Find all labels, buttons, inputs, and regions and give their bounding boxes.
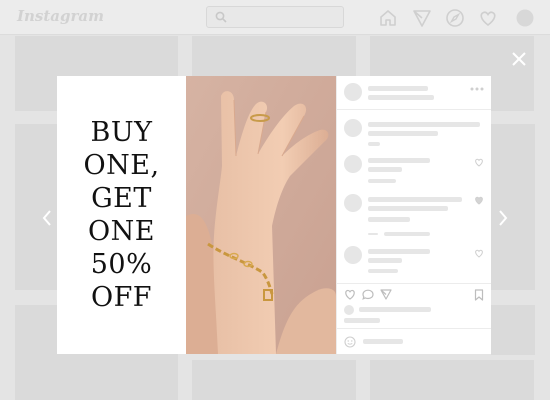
heart-icon[interactable] xyxy=(478,8,498,28)
add-comment-input[interactable] xyxy=(363,339,403,344)
chevron-right-icon[interactable] xyxy=(496,207,510,229)
comment-meta-placeholder xyxy=(368,179,396,183)
compass-icon[interactable] xyxy=(445,8,465,28)
post-modal: BUY ONE, GET ONE 50% OFF xyxy=(57,76,491,354)
send-icon[interactable] xyxy=(412,8,432,28)
promo-line: ONE, xyxy=(83,150,160,181)
comment-icon[interactable] xyxy=(362,289,374,300)
promo-line: ONE xyxy=(88,216,155,247)
comments-panel xyxy=(336,76,491,354)
feed-thumbnail xyxy=(370,360,534,400)
chevron-left-icon[interactable] xyxy=(40,207,54,229)
promo-line: GET xyxy=(91,183,152,214)
comment-text-placeholder xyxy=(368,249,430,254)
comment-avatar xyxy=(344,119,362,137)
heart-icon[interactable] xyxy=(474,249,484,258)
comment-meta-placeholder xyxy=(368,269,398,273)
top-navigation-bar: Instagram xyxy=(0,0,550,35)
promo-line: OFF xyxy=(90,282,153,313)
promo-line: BUY xyxy=(90,117,153,148)
promo-text: BUY ONE, GET ONE 50% OFF xyxy=(83,116,159,314)
feed-thumbnail xyxy=(192,360,356,400)
avatar[interactable] xyxy=(515,8,535,28)
author-avatar[interactable] xyxy=(344,83,362,101)
bookmark-icon[interactable] xyxy=(474,289,484,301)
comment-text-placeholder xyxy=(368,122,480,127)
heart-icon[interactable] xyxy=(344,289,356,300)
home-icon[interactable] xyxy=(378,8,398,28)
heart-icon[interactable] xyxy=(474,158,484,167)
timestamp-placeholder xyxy=(344,318,380,323)
author-subtitle-placeholder xyxy=(368,95,434,100)
comment-text-placeholder xyxy=(368,167,402,172)
comment-avatar xyxy=(344,155,362,173)
heart-icon[interactable] xyxy=(474,196,484,205)
divider xyxy=(337,109,491,110)
close-icon[interactable] xyxy=(510,50,528,68)
divider xyxy=(337,283,491,284)
view-replies-placeholder[interactable] xyxy=(368,233,378,235)
more-horizontal-icon[interactable] xyxy=(470,86,484,92)
likes-placeholder xyxy=(359,307,431,312)
liked-by-avatar xyxy=(344,305,354,315)
instagram-logo[interactable]: Instagram xyxy=(17,7,104,25)
comment-meta-placeholder xyxy=(368,142,380,146)
feed-thumbnail xyxy=(491,305,535,355)
emoji-icon[interactable] xyxy=(344,336,356,348)
comment-text-placeholder xyxy=(368,158,430,163)
post-image xyxy=(186,76,336,354)
search-input[interactable] xyxy=(206,6,344,28)
comment-text-placeholder xyxy=(368,258,402,263)
view-replies-placeholder[interactable] xyxy=(384,232,430,236)
divider xyxy=(337,328,491,329)
comment-text-placeholder xyxy=(368,217,410,222)
share-icon[interactable] xyxy=(380,289,392,300)
search-icon xyxy=(215,11,227,23)
comment-text-placeholder xyxy=(368,131,438,136)
promo-line: 50% xyxy=(90,249,153,280)
comment-avatar xyxy=(344,246,362,264)
comment-avatar xyxy=(344,194,362,212)
author-name-placeholder xyxy=(368,86,428,91)
feed-thumbnail xyxy=(192,36,356,76)
comment-text-placeholder xyxy=(368,197,462,202)
comment-text-placeholder xyxy=(368,206,448,211)
promo-panel: BUY ONE, GET ONE 50% OFF xyxy=(57,76,186,354)
